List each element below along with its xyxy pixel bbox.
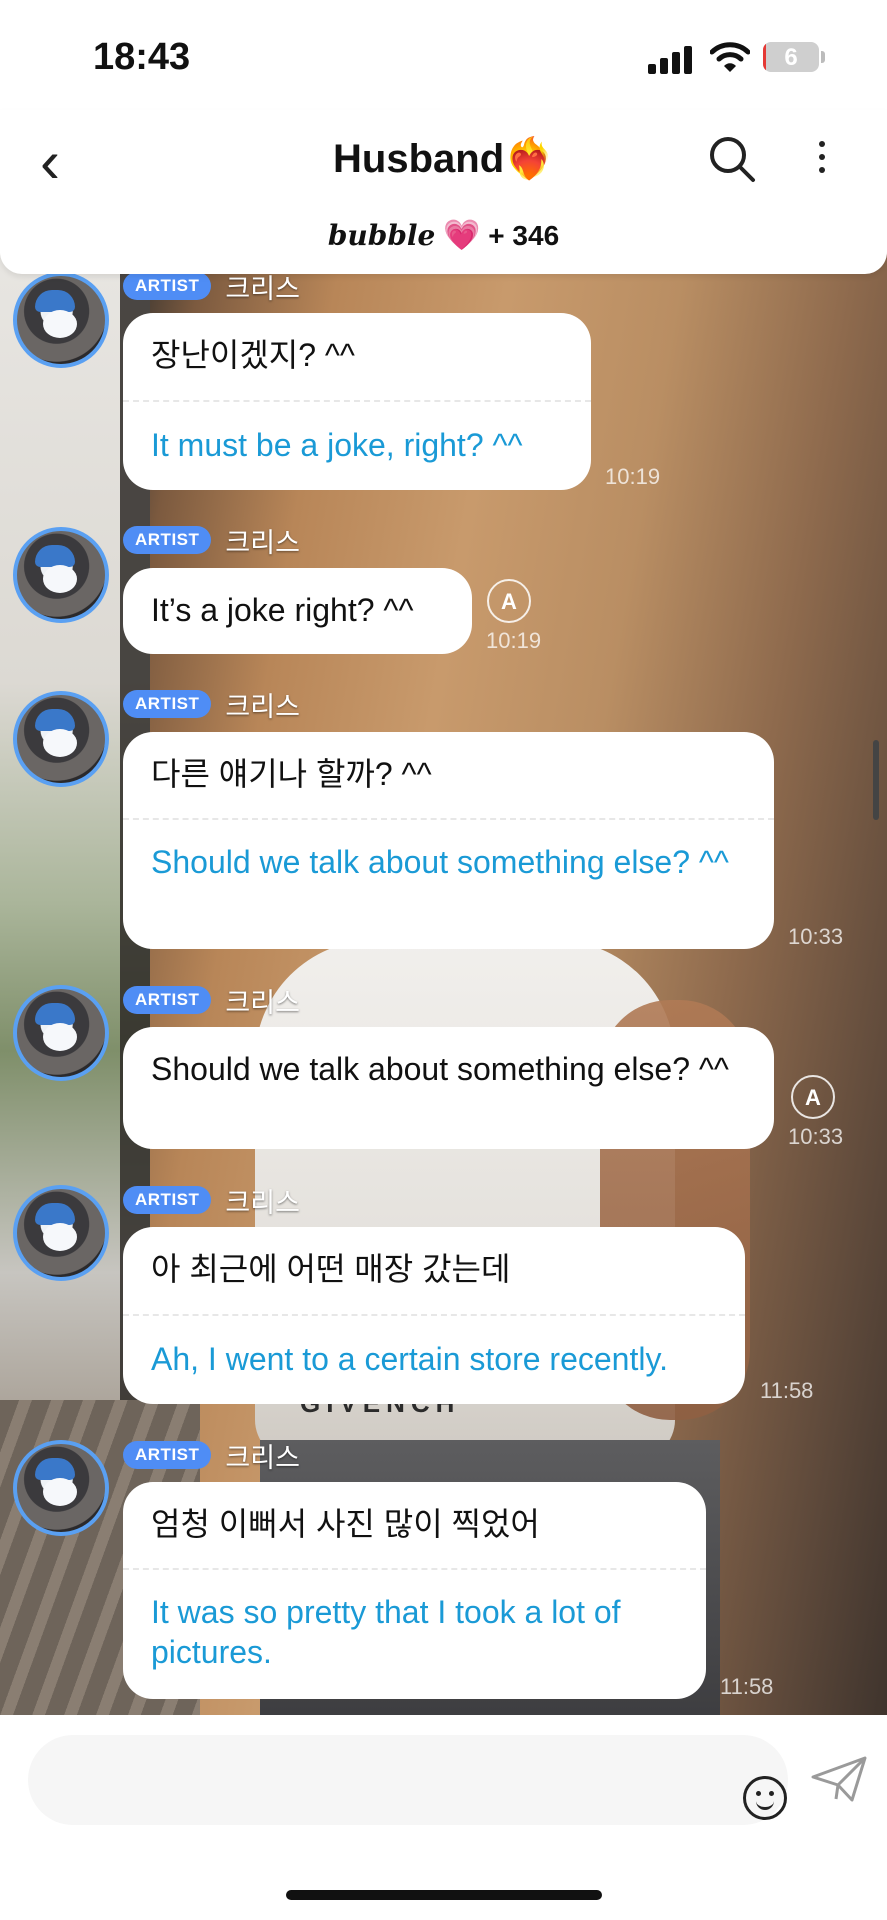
avatar[interactable]: [13, 272, 109, 368]
artist-badge: ARTIST: [123, 986, 212, 1014]
fire-heart-icon: ❤️‍🔥: [504, 137, 554, 181]
avatar[interactable]: [13, 1440, 109, 1536]
sender-row: ARTIST 크리스: [123, 985, 300, 1018]
message-time: 10:19: [486, 628, 542, 653]
signal-icon: [648, 44, 694, 74]
message-bubble[interactable]: Should we talk about something else? ^^: [123, 1027, 774, 1149]
artist-badge: ARTIST: [123, 1186, 212, 1214]
artist-badge: ARTIST: [123, 1441, 212, 1469]
message-original: 엄청 이뻐서 사진 많이 찍었어: [151, 1506, 540, 1542]
message-bubble[interactable]: It’s a joke right? ^^: [123, 568, 472, 654]
battery-icon: 6: [763, 42, 819, 72]
message-time: 10:33: [788, 924, 844, 949]
sender-name: 크리스: [225, 691, 300, 722]
message-bubble[interactable]: 다른 얘기나 할까? ^^ Should we talk about somet…: [123, 732, 774, 949]
message-original: 아 최근에 어떤 매장 갔는데: [151, 1251, 511, 1287]
message-translation: It was so pretty that I took a lot of pi…: [151, 1594, 621, 1670]
scrollbar[interactable]: [873, 740, 879, 820]
artist-badge: ARTIST: [123, 690, 212, 718]
message-time: 10:19: [605, 464, 661, 489]
translate-icon[interactable]: A: [487, 579, 531, 623]
message-original: 다른 얘기나 할까? ^^: [151, 756, 432, 792]
battery-tip: [821, 51, 825, 63]
message-original: 장난이겠지? ^^: [151, 337, 355, 373]
avatar[interactable]: [13, 1185, 109, 1281]
chat-header: ‹ Husband❤️‍🔥 bubble 💗 + 346: [0, 110, 887, 274]
sender-name: 크리스: [225, 1187, 300, 1218]
bubble-subscription[interactable]: bubble 💗 + 346: [0, 218, 887, 253]
subscriber-count: + 346: [488, 220, 560, 251]
message-text: It’s a joke right? ^^: [151, 592, 414, 628]
sender-name: 크리스: [225, 1442, 300, 1473]
chat-title-text: Husband: [333, 137, 505, 181]
sender-row: ARTIST 크리스: [123, 525, 300, 558]
more-vertical-icon[interactable]: [812, 134, 832, 184]
status-time: 18:43: [93, 36, 191, 78]
home-indicator[interactable]: [286, 1890, 602, 1900]
message-text: Should we talk about something else? ^^: [151, 1051, 729, 1087]
sender-name: 크리스: [225, 527, 300, 558]
pink-heart-icon: 💗: [443, 219, 481, 252]
battery-level: 6: [784, 44, 798, 71]
bubble-brand: bubble: [327, 219, 436, 252]
artist-badge: ARTIST: [123, 526, 212, 554]
avatar[interactable]: [13, 527, 109, 623]
wifi-icon: [710, 42, 750, 72]
message-bubble[interactable]: 장난이겠지? ^^ It must be a joke, right? ^^: [123, 313, 591, 490]
sender-row: ARTIST 크리스: [123, 1440, 300, 1473]
message-time: 10:33: [788, 1124, 844, 1149]
avatar[interactable]: [13, 691, 109, 787]
sender-row: ARTIST 크리스: [123, 271, 300, 304]
sender-row: ARTIST 크리스: [123, 689, 300, 722]
translate-icon[interactable]: A: [791, 1075, 835, 1119]
message-translation: Should we talk about something else? ^^: [151, 844, 729, 880]
message-bubble[interactable]: 엄청 이뻐서 사진 많이 찍었어 It was so pretty that I…: [123, 1482, 706, 1699]
message-time: 11:58: [760, 1378, 814, 1403]
message-translation: It must be a joke, right? ^^: [151, 427, 523, 463]
message-time: 11:58: [720, 1674, 774, 1699]
message-bubble[interactable]: 아 최근에 어떤 매장 갔는데 Ah, I went to a certain …: [123, 1227, 745, 1404]
search-icon[interactable]: [705, 132, 759, 186]
send-icon[interactable]: [810, 1755, 868, 1803]
sender-name: 크리스: [225, 987, 300, 1018]
artist-badge: ARTIST: [123, 272, 212, 300]
smiley-icon[interactable]: [743, 1776, 787, 1820]
message-input[interactable]: [28, 1735, 788, 1825]
message-translation: Ah, I went to a certain store recently.: [151, 1341, 668, 1377]
status-bar: 18:43 6: [0, 0, 887, 110]
sender-row: ARTIST 크리스: [123, 1185, 300, 1218]
avatar[interactable]: [13, 985, 109, 1081]
